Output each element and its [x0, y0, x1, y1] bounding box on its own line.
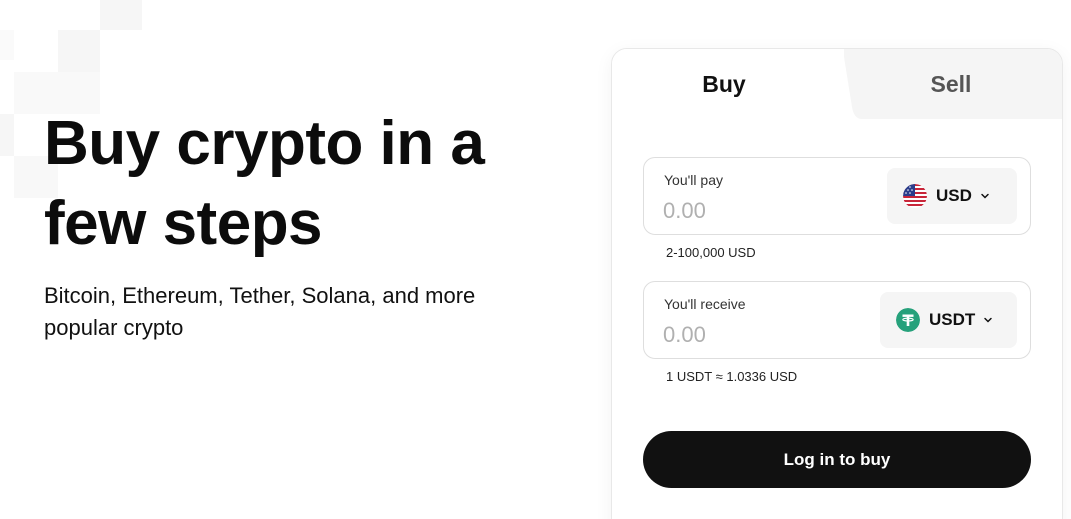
- buy-sell-tabs: Buy Sell: [612, 49, 1062, 119]
- receive-field: You'll receive USDT: [643, 281, 1031, 359]
- receive-currency-select[interactable]: USDT: [880, 292, 1017, 348]
- pay-currency-code: USD: [936, 186, 972, 205]
- chevron-down-icon: [984, 317, 993, 323]
- hero-title: Buy crypto in a few steps: [44, 109, 485, 258]
- page: Buy crypto in a few steps Bitcoin, Ether…: [0, 0, 1071, 519]
- pay-label: You'll pay: [664, 172, 723, 188]
- us-flag-icon: [903, 184, 927, 208]
- pay-field: You'll pay 0.00 USD: [643, 157, 1031, 235]
- receive-label: You'll receive: [664, 296, 746, 312]
- tether-icon: [896, 308, 920, 332]
- pay-amount-input[interactable]: [663, 196, 863, 226]
- buy-sell-widget: Buy Sell You'll pay 0.00 USD 2-100,000 U…: [611, 48, 1063, 519]
- exchange-rate-hint: 1 USDT ≈ 1.0336 USD: [666, 369, 798, 384]
- chevron-down-icon: [981, 193, 989, 199]
- tab-buy[interactable]: Buy: [612, 49, 836, 119]
- receive-amount-input[interactable]: [663, 320, 863, 350]
- receive-currency-code: USDT: [929, 310, 976, 329]
- hero-subtitle: Bitcoin, Ethereum, Tether, Solana, and m…: [44, 283, 476, 340]
- pay-currency-select[interactable]: USD: [887, 168, 1017, 224]
- tab-sell[interactable]: Sell: [838, 49, 1062, 119]
- login-to-buy-button[interactable]: Log in to buy: [643, 431, 1031, 488]
- pay-range-hint: 2-100,000 USD: [666, 245, 756, 260]
